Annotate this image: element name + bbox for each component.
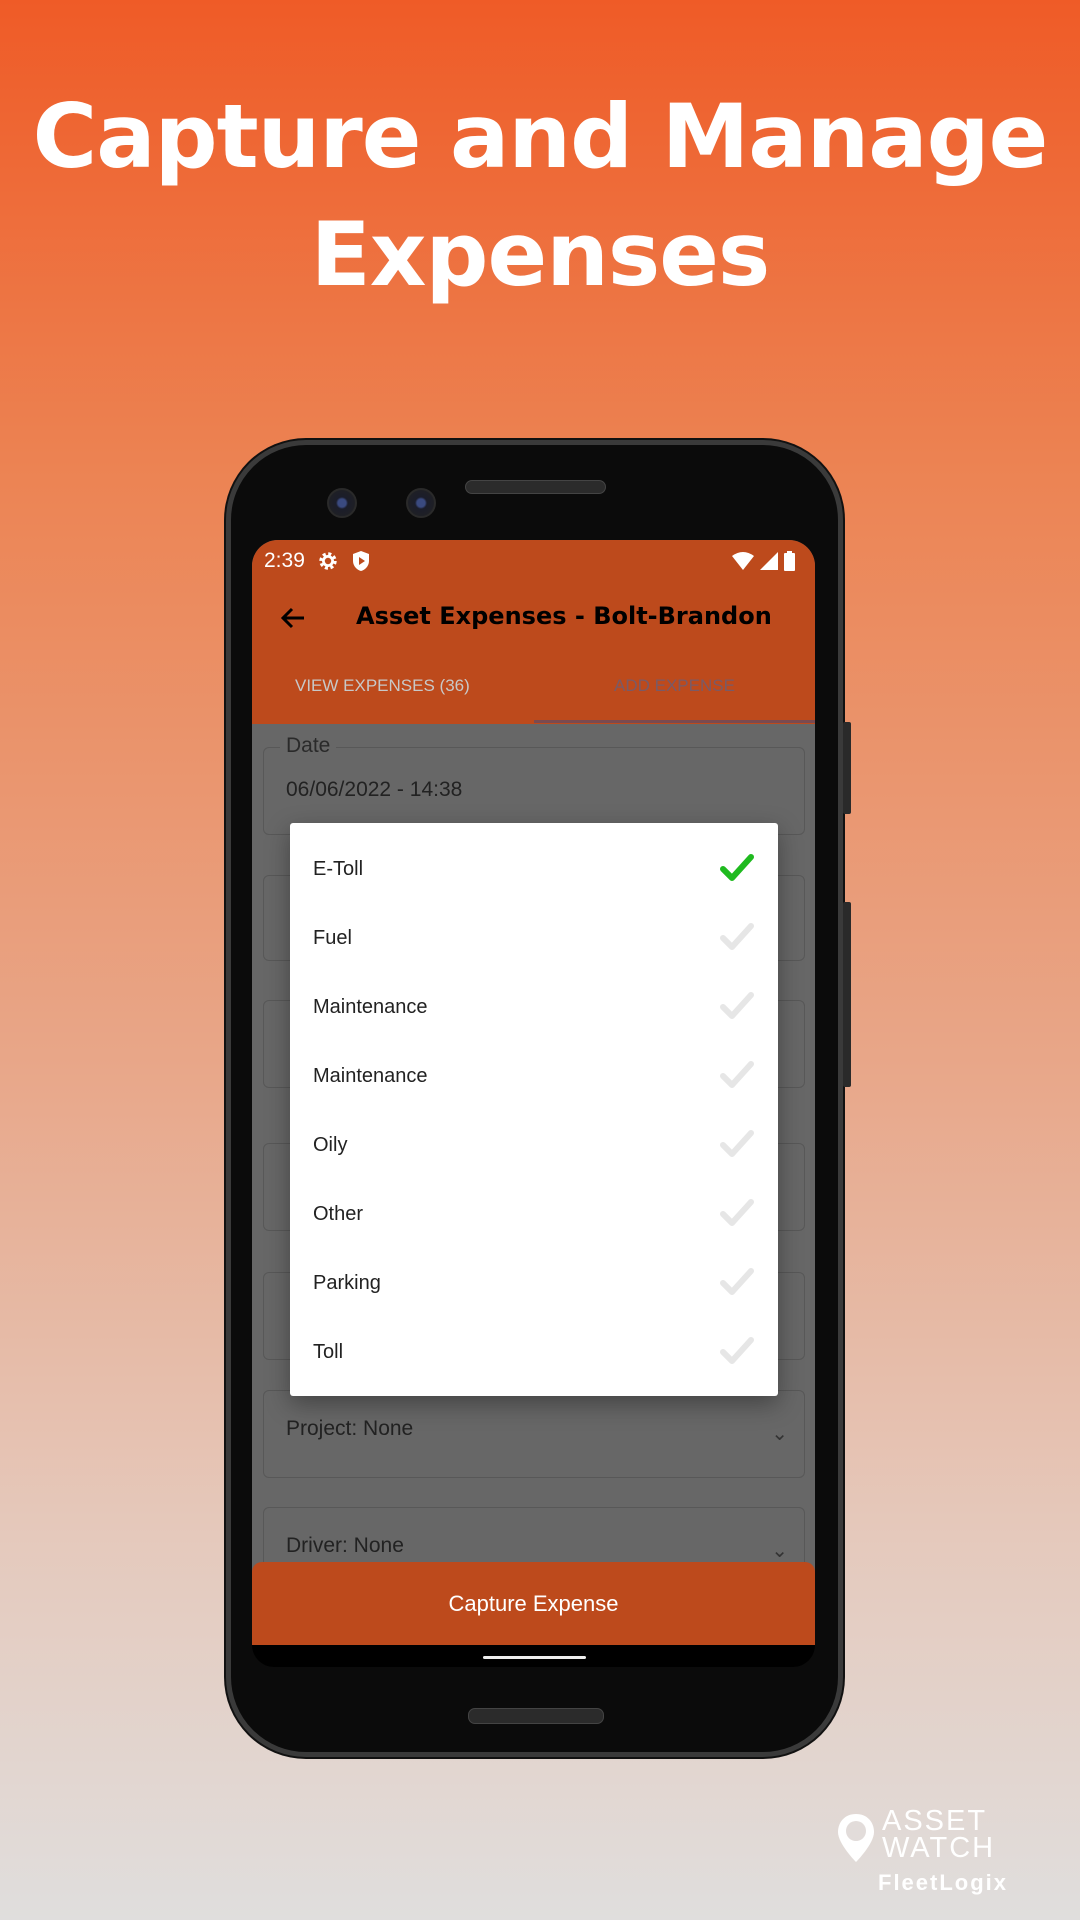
check-icon [720,923,754,950]
top-speaker [465,480,606,494]
date-label: Date [280,734,337,758]
gear-icon [319,552,337,570]
dialog-item[interactable]: Toll [290,1318,778,1387]
project-value: Project: None [286,1417,414,1440]
check-icon [720,1268,754,1295]
check-selected-icon [720,854,754,881]
location-pin-icon [838,1814,874,1862]
arrow-left-icon[interactable] [278,598,318,638]
shield-play-icon [352,551,369,571]
dialog-item[interactable]: Fuel [290,904,778,973]
dialog-item[interactable]: Oily [290,1111,778,1180]
wifi-icon [732,552,754,570]
check-icon [720,1130,754,1157]
dialog-item[interactable]: Maintenance [290,1042,778,1111]
capture-expense-button[interactable]: Capture Expense [252,1562,815,1645]
dialog-item-label: Parking [313,1272,381,1294]
dialog-item-label: Maintenance [313,1065,428,1087]
check-icon [720,1061,754,1088]
camera-left-icon [327,488,357,518]
dialog-item[interactable]: E-Toll [290,835,778,904]
check-icon [720,1337,754,1364]
tab-view-expenses[interactable]: VIEW EXPENSES (36) [295,676,470,696]
dialog-item-label: Toll [313,1341,344,1363]
headline: Capture and Manage Expenses [0,78,1080,314]
tab-add-expense[interactable]: ADD EXPENSE [614,676,735,696]
driver-value: Driver: None [286,1534,404,1557]
battery-icon [784,551,795,571]
dialog-item[interactable]: Parking [290,1249,778,1318]
chevron-down-icon: ⌄ [771,1423,788,1445]
logo-line-2: WATCH [882,1832,996,1864]
dialog-item[interactable]: Maintenance [290,973,778,1042]
page-title: Asset Expenses - Bolt-Brandon [356,602,772,630]
check-icon [720,1199,754,1226]
check-icon [720,992,754,1019]
chevron-down-icon: ⌄ [771,1540,788,1562]
volume-button [843,902,851,1087]
dialog-item[interactable]: Other [290,1180,778,1249]
date-value: 06/06/2022 - 14:38 [286,778,463,801]
power-button [843,722,851,814]
dialog-item-label: Fuel [313,927,352,949]
home-indicator[interactable] [483,1656,586,1659]
logo-brand: FleetLogix [878,1870,1009,1895]
bottom-speaker [468,1708,604,1724]
status-time: 2:39 [264,549,305,572]
headline-line-2: Expenses [310,203,771,306]
dialog-item-label: Maintenance [313,996,428,1018]
tab-indicator [534,720,815,723]
dialog-item-label: E-Toll [313,858,364,880]
app-bar: 2:39 Asset Expenses - Bolt-Brandon VIEW … [252,540,815,724]
project-dropdown[interactable]: Project: None ⌄ [263,1390,805,1478]
date-field[interactable]: Date 06/06/2022 - 14:38 [263,734,805,835]
camera-right-icon [406,488,436,518]
dialog-item-label: Oily [313,1134,348,1156]
expense-type-dialog: E-Toll Fuel Maintenance Maintenance Oily Othe… [290,823,778,1396]
headline-line-1: Capture and Manage [32,85,1049,188]
dialog-item-label: Other [313,1203,364,1225]
status-bar: 2:39 [264,546,795,576]
signal-icon [760,552,778,570]
logo-line-1: ASSET [882,1805,988,1837]
